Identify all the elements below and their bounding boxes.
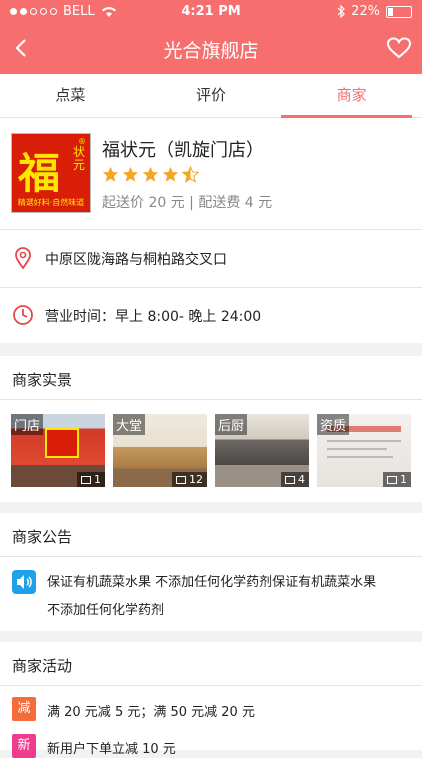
photos-section-header: 商家实景 xyxy=(0,356,422,400)
half-star-icon xyxy=(182,166,199,183)
new-user-badge: 新 xyxy=(12,734,36,758)
photo-label: 大堂 xyxy=(113,414,146,435)
nav-bar: 光合旗舰店 xyxy=(0,24,422,74)
photo-label: 资质 xyxy=(317,414,350,435)
activity-section-title: 商家活动 xyxy=(12,657,73,675)
star-icon xyxy=(142,166,159,182)
delivery-fee-text: 起送价 20 元 | 配送费 4 元 xyxy=(102,195,273,211)
notice-section-title: 商家公告 xyxy=(12,528,73,546)
promo-list: 减 满 20 元减 5 元；满 50 元减 20 元 新 新用户下单立减 10 … xyxy=(0,686,422,758)
photo-count-value: 12 xyxy=(189,473,203,486)
image-icon xyxy=(285,475,295,484)
store-logo: ® 福 状元 精選好料·自然味道 xyxy=(11,133,91,213)
address-text: 中原区陇海路与桐柏路交叉口 xyxy=(45,252,227,268)
store-notice: 保证有机蔬菜水果 不添加任何化学药剂保证有机蔬菜水果 不添加任何化学药剂 xyxy=(0,557,422,631)
photo-storefront[interactable]: 门店 1 xyxy=(11,414,105,487)
store-photos: 门店 1 大堂 12 后厨 4 资质 1 xyxy=(0,400,422,502)
hours-row: 营业时间：早上 8:00- 晚上 24:00 xyxy=(0,288,422,343)
promo-text: 新用户下单立减 10 元 xyxy=(47,742,176,757)
image-icon xyxy=(387,475,397,484)
notice-section-header: 商家公告 xyxy=(0,513,422,557)
photo-label: 后厨 xyxy=(215,414,248,435)
speaker-icon xyxy=(12,570,36,594)
photo-count: 4 xyxy=(281,472,309,487)
rating-stars xyxy=(102,166,199,183)
logo-main-char: 福 xyxy=(18,149,61,198)
photo-kitchen[interactable]: 后厨 4 xyxy=(215,414,309,487)
logo-slogan: 精選好料·自然味道 xyxy=(17,198,85,207)
battery-icon xyxy=(386,5,412,18)
photo-count: 1 xyxy=(77,472,105,487)
location-pin-icon xyxy=(15,247,31,269)
image-icon xyxy=(81,475,91,484)
tab-bar: 点菜 评价 商家 xyxy=(0,74,422,118)
discount-badge: 减 xyxy=(12,697,36,721)
address-row[interactable]: 中原区陇海路与桐柏路交叉口 xyxy=(0,230,422,287)
activity-section-header: 商家活动 xyxy=(0,642,422,686)
star-icon xyxy=(122,166,139,182)
photos-section-title: 商家实景 xyxy=(12,371,73,389)
page-title: 光合旗舰店 xyxy=(163,40,259,62)
logo-side-text: 状元 xyxy=(73,145,86,172)
notice-text-line-2: 不添加任何化学药剂 xyxy=(47,603,165,618)
photo-hall[interactable]: 大堂 12 xyxy=(113,414,207,487)
bluetooth-icon xyxy=(337,5,345,18)
tab-merchant[interactable]: 商家 xyxy=(281,74,422,118)
photo-count-value: 1 xyxy=(94,473,101,486)
notice-text-line-1: 保证有机蔬菜水果 不添加任何化学药剂保证有机蔬菜水果 xyxy=(47,575,377,590)
photo-count-value: 4 xyxy=(298,473,305,486)
favorite-heart-icon[interactable] xyxy=(386,36,412,60)
photo-license[interactable]: 资质 1 xyxy=(317,414,411,487)
photo-count: 1 xyxy=(383,472,411,487)
clock-icon xyxy=(13,305,33,325)
tab-order[interactable]: 点菜 xyxy=(0,74,141,117)
photo-label: 门店 xyxy=(11,414,44,435)
photo-count-value: 1 xyxy=(400,473,407,486)
photo-count: 12 xyxy=(172,472,207,487)
business-hours-text: 营业时间：早上 8:00- 晚上 24:00 xyxy=(45,309,262,325)
star-icon xyxy=(162,166,179,182)
promo-text: 满 20 元减 5 元；满 50 元减 20 元 xyxy=(47,705,255,720)
image-icon xyxy=(176,475,186,484)
star-icon xyxy=(102,166,119,182)
status-bar: BELL 4:21 PM 22% xyxy=(0,0,422,24)
store-name: 福状元（凯旋门店） xyxy=(102,140,264,161)
battery-percent: 22% xyxy=(351,4,380,19)
tab-reviews[interactable]: 评价 xyxy=(141,74,282,117)
store-info: ® 福 状元 精選好料·自然味道 福状元（凯旋门店） 起送价 20 元 | 配送… xyxy=(0,118,422,229)
